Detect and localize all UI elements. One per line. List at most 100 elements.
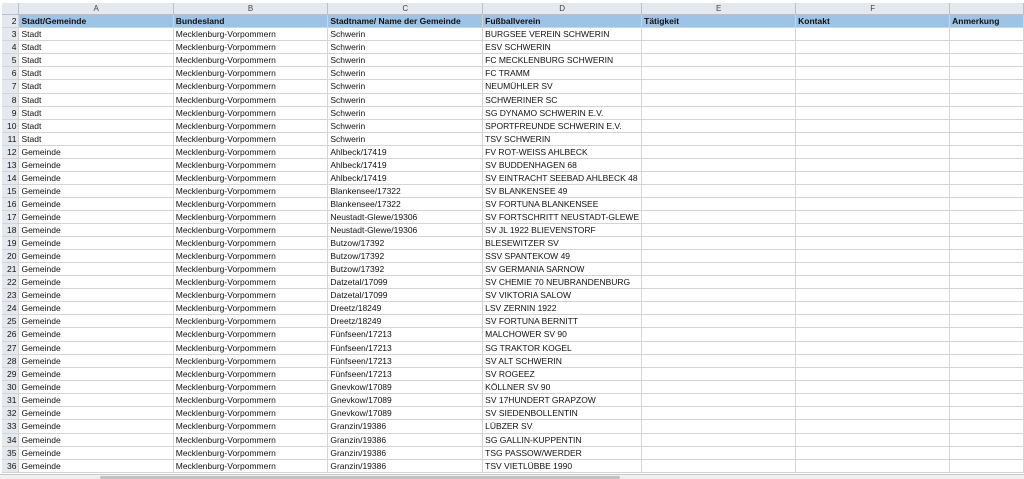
cell-kontakt[interactable] — [795, 275, 951, 289]
cell-taetigkeit[interactable] — [641, 210, 797, 224]
cell-bundesland[interactable]: Mecklenburg-Vorpommern — [173, 433, 329, 447]
cell-stadt-gemeinde[interactable]: Stadt — [18, 93, 174, 107]
cell-stadt-gemeinde[interactable]: Stadt — [18, 79, 174, 94]
cell-fussballverein[interactable]: SV ALT SCHWERIN — [482, 354, 643, 368]
row-number[interactable]: 30 — [2, 380, 20, 394]
header-cell-kontakt[interactable]: Kontakt — [795, 14, 951, 28]
cell-stadt-gemeinde[interactable]: Stadt — [18, 132, 174, 146]
cell-stadt-gemeinde[interactable]: Gemeinde — [18, 406, 174, 420]
cell-stadtname[interactable]: Schwerin — [327, 106, 484, 120]
cell-anmerkung[interactable] — [949, 275, 1024, 289]
cell-taetigkeit[interactable] — [641, 223, 797, 237]
cell-kontakt[interactable] — [795, 210, 951, 224]
cell-stadtname[interactable]: Schwerin — [327, 40, 484, 54]
row-number[interactable]: 4 — [2, 40, 20, 54]
cell-kontakt[interactable] — [795, 53, 951, 67]
cell-stadtname[interactable]: Schwerin — [327, 93, 484, 107]
row-number[interactable]: 8 — [2, 93, 20, 107]
cell-taetigkeit[interactable] — [641, 419, 797, 434]
cell-bundesland[interactable]: Mecklenburg-Vorpommern — [173, 184, 329, 198]
cell-anmerkung[interactable] — [949, 210, 1024, 224]
cell-anmerkung[interactable] — [949, 327, 1024, 342]
row-number[interactable]: 7 — [2, 79, 20, 94]
cell-kontakt[interactable] — [795, 314, 951, 328]
cell-bundesland[interactable]: Mecklenburg-Vorpommern — [173, 288, 329, 302]
cell-taetigkeit[interactable] — [641, 459, 797, 473]
row-number[interactable]: 19 — [2, 236, 20, 250]
cell-stadt-gemeinde[interactable]: Gemeinde — [18, 262, 174, 276]
cell-stadt-gemeinde[interactable]: Stadt — [18, 40, 174, 54]
cell-bundesland[interactable]: Mecklenburg-Vorpommern — [173, 223, 329, 237]
cell-kontakt[interactable] — [795, 433, 951, 447]
cell-anmerkung[interactable] — [949, 354, 1024, 368]
header-cell-stadt-gemeinde[interactable]: Stadt/Gemeinde — [18, 14, 174, 28]
cell-taetigkeit[interactable] — [641, 341, 797, 355]
cell-kontakt[interactable] — [795, 406, 951, 420]
cell-stadtname[interactable]: Granzin/19386 — [327, 433, 484, 447]
row-number[interactable]: 34 — [2, 433, 20, 447]
cell-anmerkung[interactable] — [949, 262, 1024, 276]
cell-bundesland[interactable]: Mecklenburg-Vorpommern — [173, 393, 329, 407]
cell-fussballverein[interactable]: FV ROT-WEISS AHLBECK — [482, 145, 643, 159]
cell-bundesland[interactable]: Mecklenburg-Vorpommern — [173, 66, 329, 80]
cell-fussballverein[interactable]: ESV SCHWERIN — [482, 40, 643, 54]
cell-bundesland[interactable]: Mecklenburg-Vorpommern — [173, 40, 329, 54]
cell-fussballverein[interactable]: SV EINTRACHT SEEBAD AHLBECK 48 — [482, 171, 643, 185]
cell-stadt-gemeinde[interactable]: Gemeinde — [18, 275, 174, 289]
column-header-c[interactable]: C — [327, 3, 484, 15]
cell-stadtname[interactable]: Ahlbeck/17419 — [327, 158, 484, 172]
cell-fussballverein[interactable]: SCHWERINER SC — [482, 93, 643, 107]
cell-kontakt[interactable] — [795, 301, 951, 315]
cell-bundesland[interactable]: Mecklenburg-Vorpommern — [173, 275, 329, 289]
row-number[interactable]: 22 — [2, 275, 20, 289]
cell-fussballverein[interactable]: SV JL 1922 BLIEVENSTORF — [482, 223, 643, 237]
cell-taetigkeit[interactable] — [641, 236, 797, 250]
cell-anmerkung[interactable] — [949, 419, 1024, 434]
cell-fussballverein[interactable]: SV FORTUNA BLANKENSEE — [482, 197, 643, 211]
cell-anmerkung[interactable] — [949, 288, 1024, 302]
row-number[interactable]: 9 — [2, 106, 20, 120]
cell-bundesland[interactable]: Mecklenburg-Vorpommern — [173, 171, 329, 185]
cell-fussballverein[interactable]: LSV ZERNIN 1922 — [482, 301, 643, 315]
cell-taetigkeit[interactable] — [641, 106, 797, 120]
cell-taetigkeit[interactable] — [641, 249, 797, 263]
cell-bundesland[interactable]: Mecklenburg-Vorpommern — [173, 249, 329, 263]
cell-anmerkung[interactable] — [949, 367, 1024, 381]
cell-stadtname[interactable]: Schwerin — [327, 79, 484, 94]
cell-anmerkung[interactable] — [949, 197, 1024, 211]
cell-stadtname[interactable]: Butzow/17392 — [327, 262, 484, 276]
cell-bundesland[interactable]: Mecklenburg-Vorpommern — [173, 341, 329, 355]
cell-kontakt[interactable] — [795, 158, 951, 172]
cell-fussballverein[interactable]: SG TRAKTOR KOGEL — [482, 341, 643, 355]
cell-stadtname[interactable]: Schwerin — [327, 53, 484, 67]
cell-fussballverein[interactable]: BLESEWITZER SV — [482, 236, 643, 250]
cell-stadt-gemeinde[interactable]: Gemeinde — [18, 419, 174, 434]
cell-anmerkung[interactable] — [949, 393, 1024, 407]
header-cell-fussballverein[interactable]: Fußballverein — [482, 14, 643, 28]
cell-fussballverein[interactable]: MALCHOWER SV 90 — [482, 327, 643, 342]
cell-taetigkeit[interactable] — [641, 132, 797, 146]
cell-stadtname[interactable]: Fünfseen/17213 — [327, 354, 484, 368]
row-number[interactable]: 16 — [2, 197, 20, 211]
row-number[interactable]: 27 — [2, 341, 20, 355]
cell-bundesland[interactable]: Mecklenburg-Vorpommern — [173, 132, 329, 146]
cell-bundesland[interactable]: Mecklenburg-Vorpommern — [173, 27, 329, 41]
row-number[interactable]: 14 — [2, 171, 20, 185]
cell-taetigkeit[interactable] — [641, 66, 797, 80]
cell-fussballverein[interactable]: SPORTFREUNDE SCHWERIN E.V. — [482, 119, 643, 133]
cell-kontakt[interactable] — [795, 79, 951, 94]
cell-stadtname[interactable]: Gnevkow/17089 — [327, 406, 484, 420]
cell-bundesland[interactable]: Mecklenburg-Vorpommern — [173, 406, 329, 420]
cell-stadt-gemeinde[interactable]: Gemeinde — [18, 380, 174, 394]
row-number[interactable]: 29 — [2, 367, 20, 381]
cell-bundesland[interactable]: Mecklenburg-Vorpommern — [173, 119, 329, 133]
cell-stadt-gemeinde[interactable]: Stadt — [18, 119, 174, 133]
cell-kontakt[interactable] — [795, 145, 951, 159]
column-header-a[interactable]: A — [18, 3, 174, 15]
cell-stadtname[interactable]: Gnevkow/17089 — [327, 393, 484, 407]
cell-stadt-gemeinde[interactable]: Stadt — [18, 66, 174, 80]
cell-stadt-gemeinde[interactable]: Gemeinde — [18, 236, 174, 250]
cell-stadt-gemeinde[interactable]: Gemeinde — [18, 314, 174, 328]
column-header-f[interactable]: F — [795, 3, 951, 15]
cell-anmerkung[interactable] — [949, 249, 1024, 263]
